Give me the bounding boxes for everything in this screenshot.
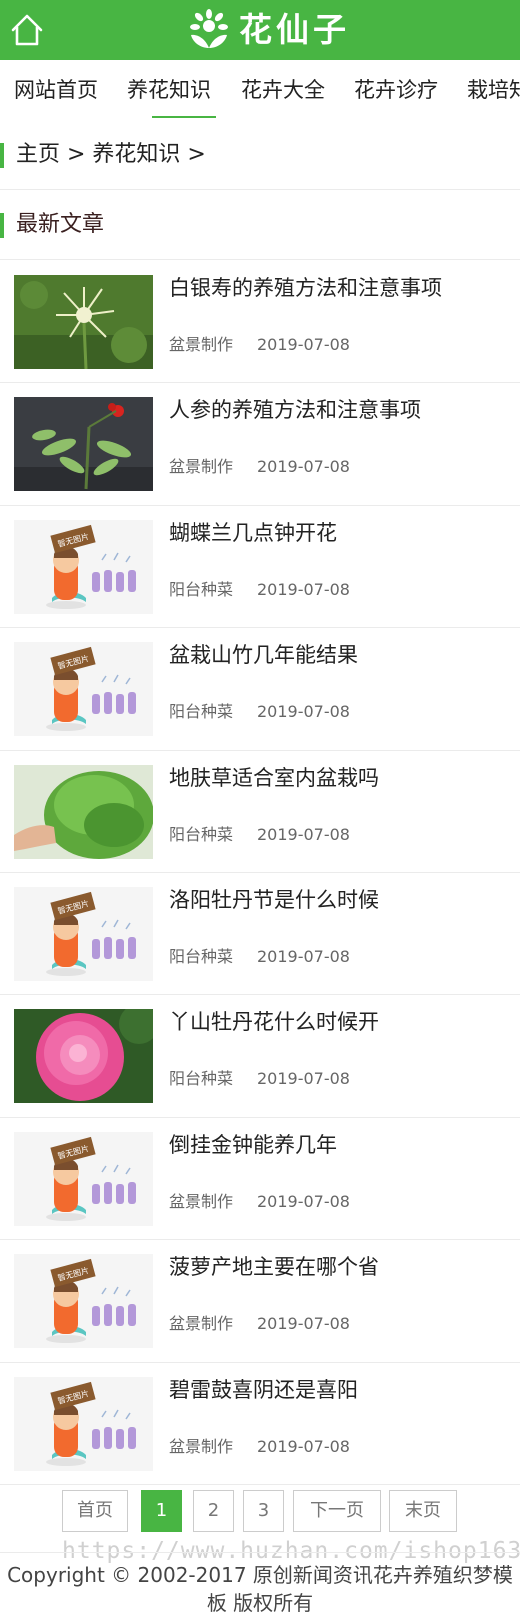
pagination: 首页 1 2 3 下一页 末页 bbox=[0, 1490, 520, 1534]
article-title[interactable]: 蝴蝶兰几点钟开花 bbox=[169, 518, 337, 548]
article-title[interactable]: 盆栽山竹几年能结果 bbox=[169, 640, 358, 670]
article-category[interactable]: 盆景制作 bbox=[169, 1437, 233, 1457]
article-thumbnail[interactable] bbox=[14, 397, 153, 492]
page-2-button[interactable]: 2 bbox=[193, 1490, 234, 1532]
article-category[interactable]: 阳台种菜 bbox=[169, 825, 233, 845]
site-logo[interactable]: 花仙子 bbox=[187, 8, 350, 52]
section-title: 最新文章 bbox=[16, 212, 105, 237]
article-item[interactable]: 暂无图片 碧雷鼓喜阴还是喜阳盆景制作 2019-07-08 bbox=[0, 1363, 520, 1485]
nav-item-flower-encyclopedia[interactable]: 花卉大全 bbox=[241, 77, 325, 103]
lotus-logo-icon bbox=[190, 9, 228, 48]
page-first-button[interactable]: 首页 bbox=[62, 1490, 128, 1532]
article-title[interactable]: 白银寿的养殖方法和注意事项 bbox=[169, 273, 442, 303]
breadcrumb: 主页 > 养花知识 > bbox=[0, 118, 520, 190]
article-thumbnail[interactable]: 暂无图片 bbox=[14, 519, 153, 614]
article-list: 白银寿的养殖方法和注意事项 盆景制作 2019-07-08 人参的养殖方法和注意事项盆… bbox=[0, 261, 520, 1485]
logo-text: 花仙子 bbox=[239, 10, 350, 49]
article-item[interactable]: 地肤草适合室内盆栽吗阳台种菜 2019-07-08 bbox=[0, 751, 520, 873]
article-thumbnail[interactable] bbox=[14, 275, 153, 369]
article-date: 2019-07-08 bbox=[257, 946, 350, 966]
page-next-button[interactable]: 下一页 bbox=[293, 1490, 381, 1532]
article-item[interactable]: 暂无图片 洛阳牡丹节是什么时候阳台种菜 2019-07-08 bbox=[0, 873, 520, 996]
article-date: 2019-07-08 bbox=[257, 1191, 350, 1211]
article-date: 2019-07-08 bbox=[257, 1436, 350, 1456]
article-category[interactable]: 盆景制作 bbox=[169, 457, 233, 477]
article-title[interactable]: 洛阳牡丹节是什么时候 bbox=[169, 885, 379, 915]
article-date: 2019-07-08 bbox=[257, 579, 350, 599]
article-item[interactable]: 暂无图片 蝴蝶兰几点钟开花阳台种菜 2019-07-08 bbox=[0, 506, 520, 629]
article-category[interactable]: 阳台种菜 bbox=[169, 947, 233, 967]
nav-item-cultivation[interactable]: 栽培知 bbox=[467, 77, 520, 103]
article-item[interactable]: 人参的养殖方法和注意事项盆景制作 2019-07-08 bbox=[0, 383, 520, 506]
breadcrumb-text[interactable]: 主页 > 养花知识 > bbox=[16, 140, 206, 170]
article-category[interactable]: 盆景制作 bbox=[169, 335, 233, 355]
article-thumbnail[interactable]: 暂无图片 bbox=[14, 1254, 153, 1349]
article-date: 2019-07-08 bbox=[257, 335, 350, 354]
article-category[interactable]: 阳台种菜 bbox=[169, 580, 233, 600]
page-1-button[interactable]: 1 bbox=[141, 1490, 182, 1532]
latest-articles-header: 最新文章 bbox=[0, 190, 520, 260]
article-category[interactable]: 盆景制作 bbox=[169, 1192, 233, 1212]
article-category[interactable]: 盆景制作 bbox=[169, 1314, 233, 1334]
article-title[interactable]: 地肤草适合室内盆栽吗 bbox=[169, 763, 379, 793]
footer-copyright: Copyright © 2002-2017 原创新闻资讯花卉养殖织梦模板 版权所… bbox=[7, 1563, 513, 1615]
article-item[interactable]: 白银寿的养殖方法和注意事项盆景制作 2019-07-08 bbox=[0, 261, 520, 384]
article-category[interactable]: 阳台种菜 bbox=[169, 702, 233, 722]
article-date: 2019-07-08 bbox=[257, 1069, 350, 1089]
nav-item-flower-diagnosis[interactable]: 花卉诊疗 bbox=[354, 77, 438, 103]
article-title[interactable]: 丫山牡丹花什么时候开 bbox=[169, 1007, 379, 1037]
header-bar: 花仙子 bbox=[0, 0, 520, 60]
page-last-button[interactable]: 末页 bbox=[389, 1490, 457, 1532]
article-date: 2019-07-08 bbox=[257, 702, 350, 722]
article-thumbnail[interactable] bbox=[14, 1009, 153, 1104]
breadcrumb-accent-bar bbox=[0, 143, 4, 168]
article-thumbnail[interactable] bbox=[14, 764, 153, 859]
article-date: 2019-07-08 bbox=[257, 457, 350, 477]
page-3-button[interactable]: 3 bbox=[243, 1490, 284, 1532]
article-date: 2019-07-08 bbox=[257, 824, 350, 844]
article-item[interactable]: 暂无图片 倒挂金钟能养几年盆景制作 2019-07-08 bbox=[0, 1118, 520, 1241]
main-nav: 网站首页 养花知识 花卉大全 花卉诊疗 栽培知 bbox=[0, 60, 520, 118]
article-thumbnail[interactable]: 暂无图片 bbox=[14, 886, 153, 981]
footer: Copyright © 2002-2017 原创新闻资讯花卉养殖织梦模板 版权所… bbox=[0, 1552, 520, 1618]
article-title[interactable]: 菠萝产地主要在哪个省 bbox=[169, 1252, 379, 1282]
article-item[interactable]: 丫山牡丹花什么时候开阳台种菜 2019-07-08 bbox=[0, 995, 520, 1118]
article-item[interactable]: 暂无图片 菠萝产地主要在哪个省盆景制作 2019-07-08 bbox=[0, 1240, 520, 1363]
article-title[interactable]: 人参的养殖方法和注意事项 bbox=[169, 395, 421, 425]
article-title[interactable]: 碧雷鼓喜阴还是喜阳 bbox=[169, 1375, 358, 1405]
article-thumbnail[interactable]: 暂无图片 bbox=[14, 642, 153, 737]
article-title[interactable]: 倒挂金钟能养几年 bbox=[169, 1130, 337, 1160]
article-category[interactable]: 阳台种菜 bbox=[169, 1069, 233, 1089]
article-date: 2019-07-08 bbox=[257, 1314, 350, 1334]
nav-item-flower-care[interactable]: 养花知识 bbox=[127, 77, 211, 103]
article-thumbnail[interactable]: 暂无图片 bbox=[14, 1376, 153, 1471]
home-button[interactable] bbox=[8, 11, 46, 49]
article-thumbnail[interactable]: 暂无图片 bbox=[14, 1131, 153, 1226]
article-item[interactable]: 暂无图片 盆栽山竹几年能结果阳台种菜 2019-07-08 bbox=[0, 628, 520, 751]
nav-item-home[interactable]: 网站首页 bbox=[14, 77, 98, 103]
section-accent-bar bbox=[0, 213, 4, 238]
home-icon bbox=[11, 14, 43, 46]
